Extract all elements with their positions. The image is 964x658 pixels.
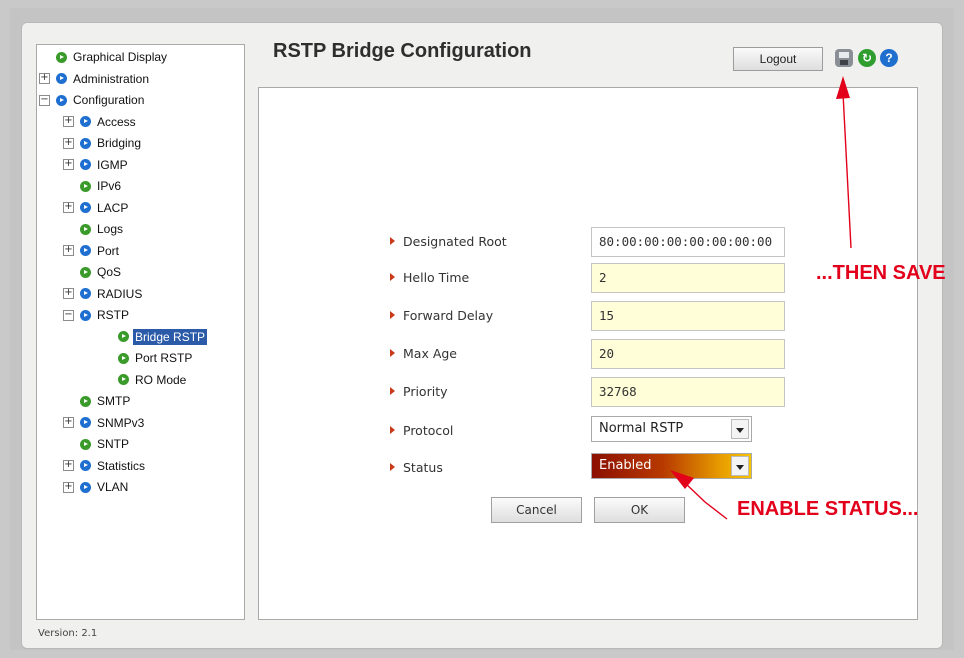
save-arrow-head xyxy=(836,76,850,99)
status-callout: ENABLE STATUS... xyxy=(737,498,919,520)
annotation-arrows xyxy=(670,76,852,520)
status-arrow-head xyxy=(670,470,694,489)
save-arrow-line xyxy=(842,92,852,249)
status-arrow-line xyxy=(683,481,728,520)
save-callout: ...THEN SAVE xyxy=(816,262,946,284)
